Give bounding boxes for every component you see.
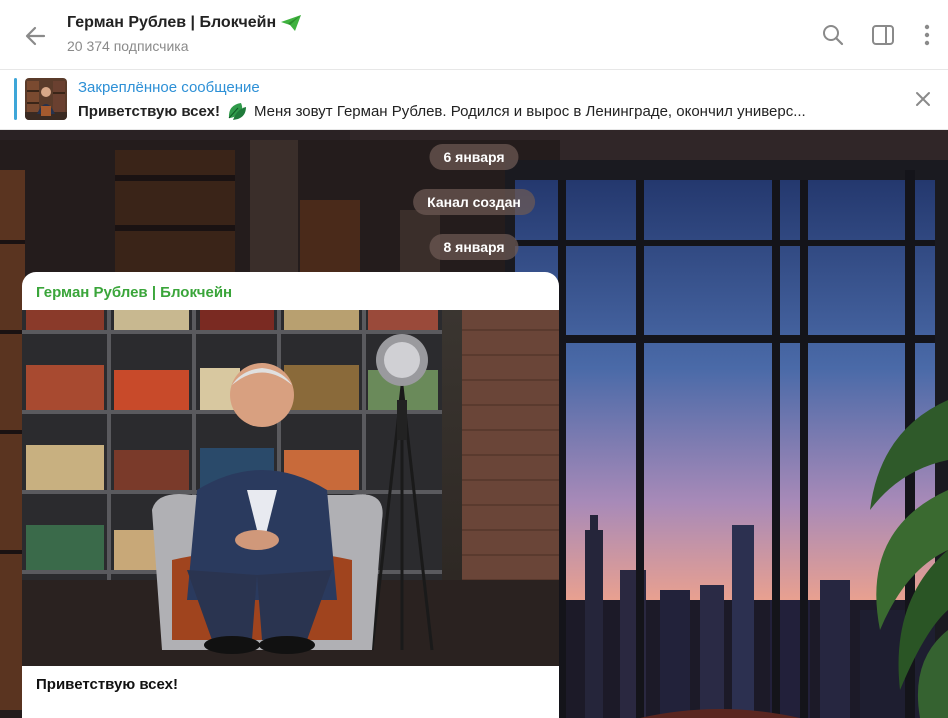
subscriber-count: 20 374 подписчика [67, 38, 189, 54]
message-bubble[interactable]: Герман Рублев | Блокчейн Приветствую все… [22, 272, 559, 718]
pinned-indicator [14, 78, 17, 120]
service-message: Канал создан [413, 189, 535, 215]
sidebar-toggle-icon[interactable] [870, 22, 896, 48]
close-icon[interactable] [912, 88, 934, 110]
pinned-text: Меня зовут Герман Рублев. Родился и выро… [254, 102, 806, 120]
search-icon[interactable] [820, 22, 846, 48]
more-menu-icon[interactable] [914, 22, 940, 48]
pinned-preview: Приветствую всех! Меня зовут Герман Рубл… [78, 101, 888, 121]
channel-title: Герман Рублев | Блокчейн [67, 14, 277, 31]
pinned-message-bar[interactable]: Закреплённое сообщение Приветствую всех!… [0, 70, 948, 130]
message-caption: Приветствую всех! [36, 676, 179, 693]
date-separator: 8 января [429, 234, 519, 260]
pinned-bold-text: Приветствую всех! [78, 102, 221, 120]
message-sender[interactable]: Герман Рублев | Блокчейн [36, 284, 232, 301]
pinned-title: Закреплённое сообщение [78, 79, 260, 96]
channel-info[interactable]: Герман Рублев | Блокчейн 20 374 подписчи… [67, 14, 302, 54]
pinned-thumbnail [25, 78, 67, 120]
leaf-emoji-icon [228, 103, 247, 120]
paper-plane-icon [281, 15, 302, 31]
chat-header: Герман Рублев | Блокчейн 20 374 подписчи… [0, 0, 948, 70]
back-arrow-icon[interactable] [22, 22, 50, 50]
message-photo[interactable] [22, 310, 559, 666]
date-separator: 6 января [429, 144, 519, 170]
channel-title-row: Герман Рублев | Блокчейн [67, 14, 302, 32]
